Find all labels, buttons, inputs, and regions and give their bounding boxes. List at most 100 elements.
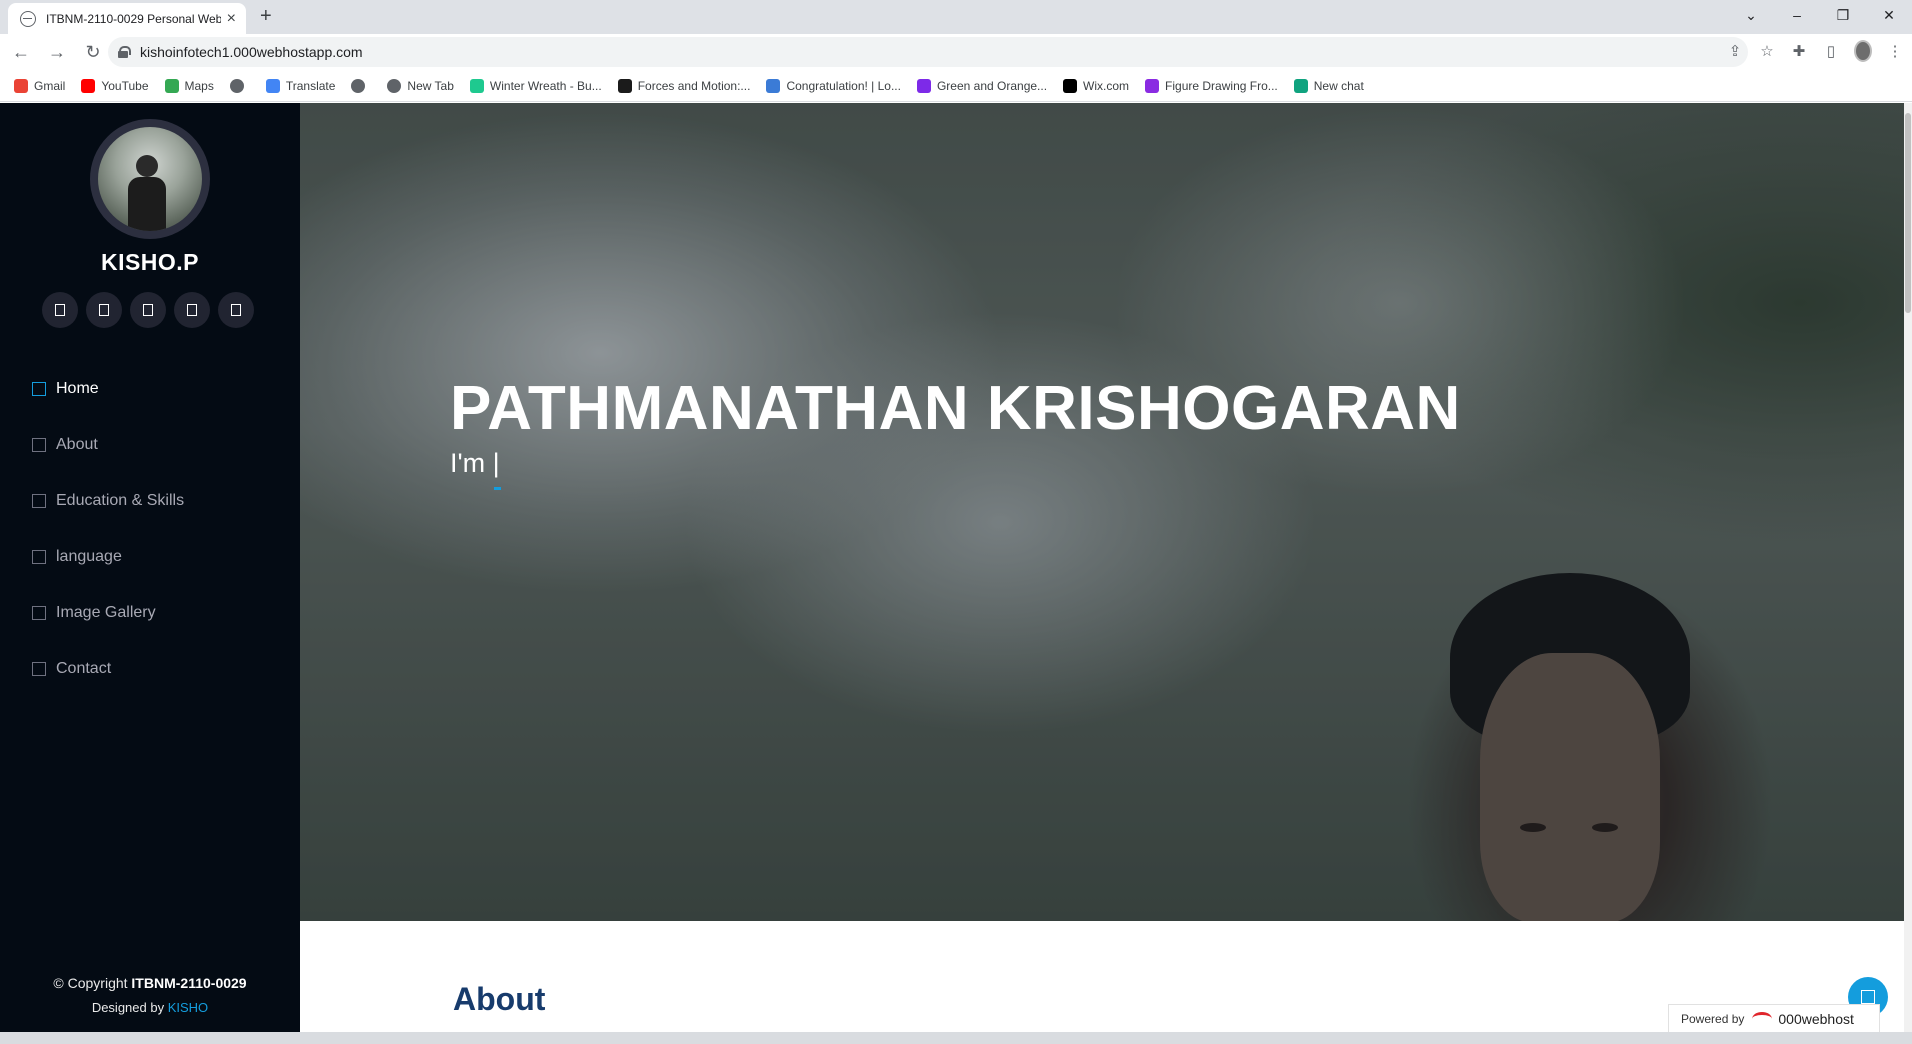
menu-dots-icon[interactable]: ⋮ bbox=[1886, 42, 1904, 60]
nav-item[interactable]: About bbox=[32, 417, 184, 473]
instagram-icon bbox=[143, 304, 153, 316]
nav-item[interactable]: Home bbox=[32, 361, 184, 417]
minimize-icon[interactable]: – bbox=[1774, 7, 1820, 23]
hero-section: PATHMANATHAN KRISHOGARAN I'm | bbox=[300, 103, 1904, 921]
avatar-body bbox=[128, 177, 166, 231]
profile-photo bbox=[90, 119, 210, 239]
bookmark-star-icon[interactable]: ☆ bbox=[1758, 42, 1776, 60]
social-link[interactable] bbox=[42, 292, 78, 328]
tab-title: ITBNM-2110-0029 Personal Web bbox=[46, 11, 221, 26]
hero-overlay bbox=[300, 103, 1904, 921]
bookmark-item[interactable] bbox=[351, 78, 371, 93]
profile-avatar-icon[interactable] bbox=[1854, 40, 1872, 62]
nav-item-icon bbox=[32, 606, 46, 620]
bookmark-favicon-icon bbox=[1063, 78, 1078, 93]
page-scrollbar[interactable] bbox=[1904, 103, 1912, 1032]
globe-icon bbox=[20, 10, 36, 27]
bookmark-label: Maps bbox=[184, 78, 214, 93]
address-bar[interactable]: kishoinfotech1.000webhostapp.com bbox=[108, 37, 1748, 67]
powered-by-badge[interactable]: Powered by 000webhost bbox=[1668, 1004, 1880, 1032]
url-text: kishoinfotech1.000webhostapp.com bbox=[140, 44, 363, 60]
bookmark-item[interactable]: New chat bbox=[1293, 78, 1364, 93]
twitter-icon bbox=[55, 304, 65, 316]
bookmark-item[interactable]: Gmail bbox=[14, 78, 66, 93]
designer-link[interactable]: KISHO bbox=[168, 1000, 208, 1015]
bookmark-label: Figure Drawing Fro... bbox=[1165, 78, 1278, 93]
side-panel-icon[interactable]: ▯ bbox=[1822, 42, 1840, 60]
nav-item[interactable]: Contact bbox=[32, 641, 184, 697]
browser-tab[interactable]: ITBNM-2110-0029 Personal Web × bbox=[8, 3, 246, 34]
scrollbar-thumb[interactable] bbox=[1905, 113, 1911, 313]
bookmark-item[interactable]: YouTube bbox=[81, 78, 149, 93]
bookmark-label: Translate bbox=[285, 78, 336, 93]
bookmarks-bar: Gmail YouTube Maps Translate New Tab Winter W… bbox=[0, 70, 1912, 102]
copyright-owner: ITBNM-2110-0029 bbox=[131, 975, 247, 991]
about-section: About bbox=[300, 921, 1904, 1032]
nav-item-label: Education & Skills bbox=[56, 492, 185, 509]
nav-item[interactable]: Education & Skills bbox=[32, 473, 184, 529]
nav-item-label: Image Gallery bbox=[56, 604, 156, 621]
bookmark-item[interactable]: Congratulation! | Lo... bbox=[766, 78, 901, 93]
nav-item[interactable]: Image Gallery bbox=[32, 585, 184, 641]
skype-icon bbox=[187, 304, 197, 316]
bookmark-favicon-icon bbox=[351, 78, 366, 93]
typed-cursor bbox=[494, 487, 501, 490]
bookmark-item[interactable]: Forces and Motion:... bbox=[617, 78, 750, 93]
lock-icon[interactable] bbox=[118, 46, 131, 58]
bookmark-favicon-icon bbox=[265, 78, 280, 93]
social-link[interactable] bbox=[86, 292, 122, 328]
social-link[interactable] bbox=[218, 292, 254, 328]
nav-item-label: Home bbox=[56, 380, 99, 397]
nav-item-label: About bbox=[56, 436, 98, 453]
tab-search-icon[interactable]: ⌄ bbox=[1728, 7, 1774, 24]
bookmark-favicon-icon bbox=[164, 78, 179, 93]
nav-item-icon bbox=[32, 382, 46, 396]
bookmark-favicon-icon bbox=[766, 78, 781, 93]
bookmark-item[interactable]: Green and Orange... bbox=[916, 78, 1048, 93]
back-icon[interactable]: ← bbox=[6, 42, 36, 63]
bookmark-label: New Tab bbox=[407, 78, 454, 93]
bookmark-label: Green and Orange... bbox=[936, 78, 1048, 93]
bookmark-label: Wix.com bbox=[1083, 78, 1130, 93]
nav-item-icon bbox=[32, 494, 46, 508]
bookmark-item[interactable]: Translate bbox=[265, 78, 336, 93]
site-logo-name[interactable]: KISHO.P bbox=[0, 249, 300, 276]
reload-icon[interactable]: ↻ bbox=[78, 42, 108, 63]
extensions-icon[interactable]: ✚ bbox=[1790, 42, 1808, 60]
forward-icon[interactable]: → bbox=[42, 42, 72, 63]
nav-item[interactable]: language bbox=[32, 529, 184, 585]
browser-toolbar: ← → ↻ kishoinfotech1.000webhostapp.com ⇪… bbox=[0, 34, 1912, 70]
social-link[interactable] bbox=[174, 292, 210, 328]
hero-subtitle: I'm | bbox=[450, 448, 500, 478]
designed-prefix: Designed by bbox=[91, 1000, 168, 1015]
nav-item-label: Contact bbox=[56, 660, 112, 677]
bookmark-item[interactable]: Maps bbox=[164, 78, 214, 93]
bookmark-item[interactable] bbox=[229, 78, 250, 93]
powered-by-brand: 000webhost bbox=[1778, 1010, 1854, 1027]
restore-icon[interactable]: ❐ bbox=[1820, 7, 1866, 24]
social-links bbox=[42, 292, 254, 328]
social-link[interactable] bbox=[130, 292, 166, 328]
bookmark-item[interactable]: Wix.com bbox=[1063, 78, 1130, 93]
000webhost-logo-icon bbox=[1752, 1011, 1773, 1026]
nav-menu: Home About Education & Skills language Image… bbox=[32, 361, 184, 697]
close-tab-icon[interactable]: × bbox=[227, 10, 236, 27]
bookmark-item[interactable]: New Tab bbox=[387, 78, 454, 93]
bookmark-item[interactable]: Winter Wreath - Bu... bbox=[469, 78, 602, 93]
bookmark-favicon-icon bbox=[1293, 78, 1308, 93]
sidebar: KISHO.P Home About Education & Skills langu… bbox=[0, 103, 300, 1032]
window-controls: ⌄ – ❐ ✕ bbox=[1728, 0, 1912, 30]
bookmark-label: Gmail bbox=[34, 78, 66, 93]
bookmark-label: Congratulation! | Lo... bbox=[786, 78, 901, 93]
bookmark-item[interactable]: Figure Drawing Fro... bbox=[1145, 78, 1278, 93]
new-tab-icon[interactable]: + bbox=[260, 5, 272, 28]
close-window-icon[interactable]: ✕ bbox=[1866, 7, 1912, 24]
avatar-head bbox=[136, 155, 158, 177]
os-taskbar bbox=[0, 1032, 1912, 1044]
share-icon[interactable]: ⇪ bbox=[1726, 42, 1744, 60]
browser-tab-bar: ITBNM-2110-0029 Personal Web × + ⌄ – ❐ ✕ bbox=[0, 0, 1912, 34]
powered-by-label: Powered by bbox=[1681, 1011, 1745, 1026]
facebook-icon bbox=[99, 304, 109, 316]
about-heading: About bbox=[453, 981, 546, 1017]
nav-item-icon bbox=[32, 550, 46, 564]
